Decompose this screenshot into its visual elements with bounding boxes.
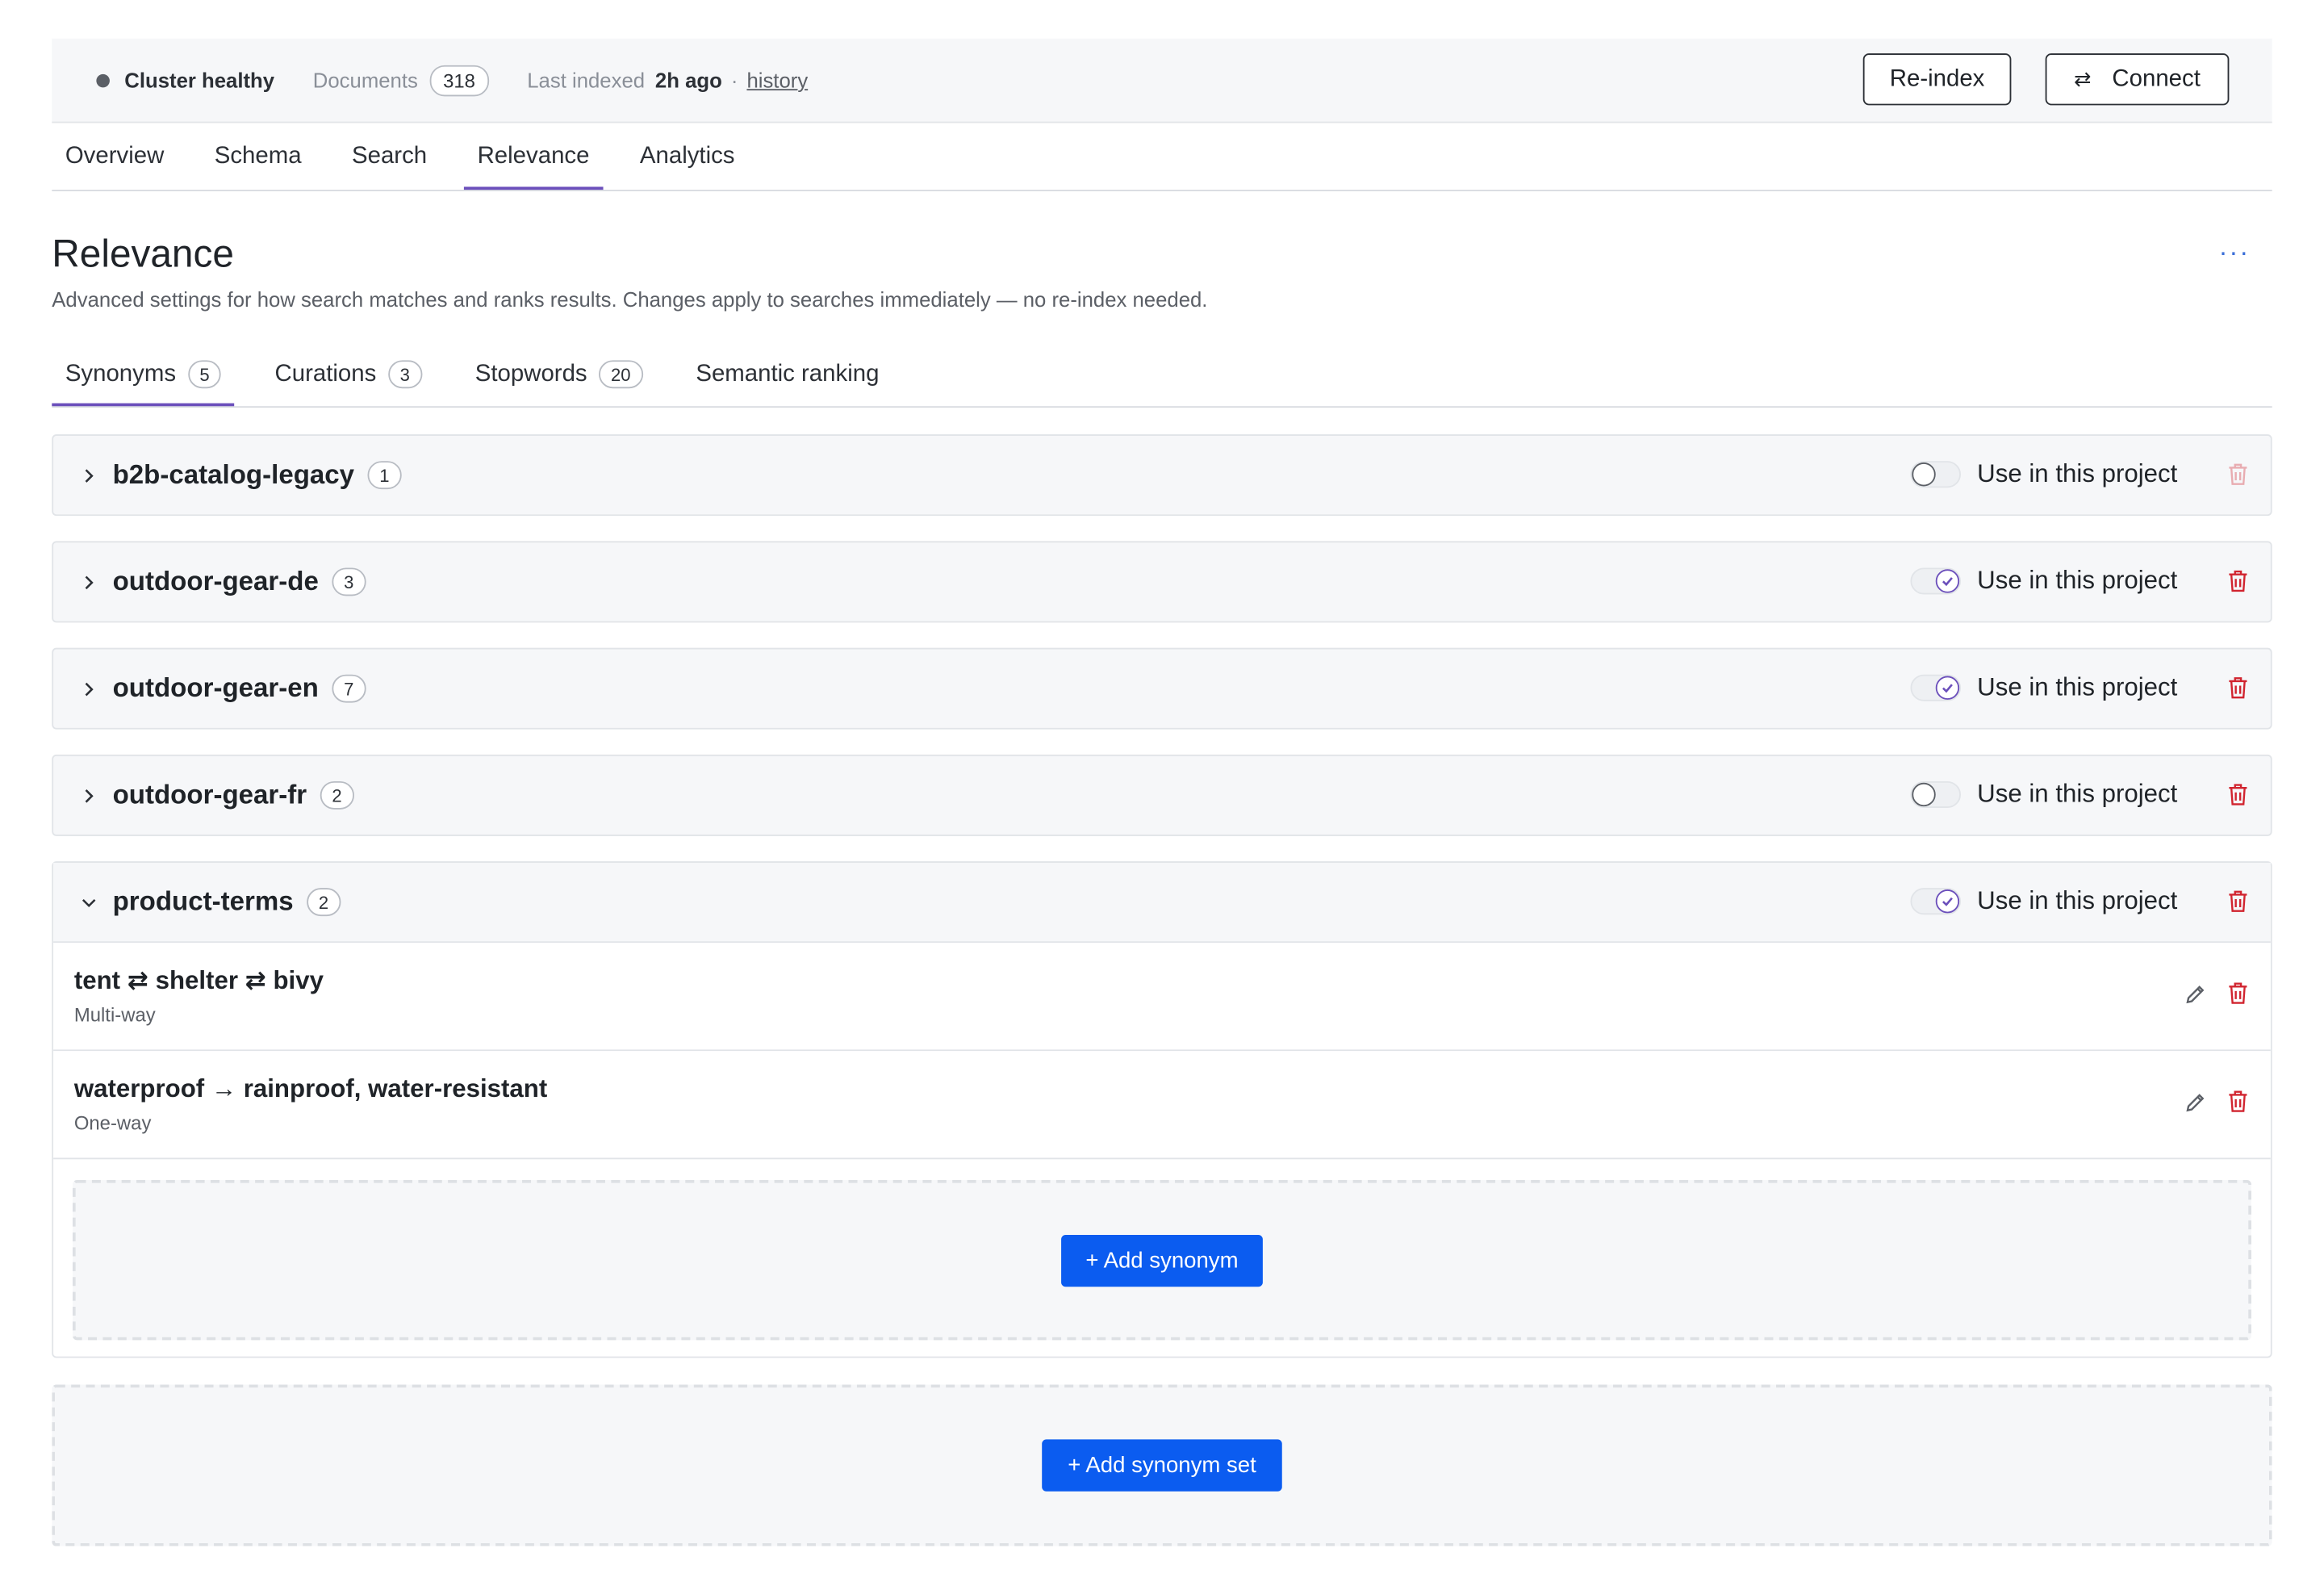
synonym-set-expanded: product-terms 2 Use in this project tent… [52, 861, 2272, 1358]
synonym-set-count: 7 [332, 674, 366, 703]
chevron-right-icon[interactable] [77, 463, 101, 487]
tab-label: Stopwords [474, 361, 587, 387]
synonym-terms: tent ⇄ shelter ⇄ bivy [73, 966, 324, 995]
tab-overview[interactable]: Overview [52, 124, 178, 188]
trash-icon[interactable] [2228, 569, 2251, 594]
page-title: Relevance [52, 231, 234, 276]
tab-count: 3 [387, 360, 422, 389]
history-link[interactable]: history [746, 68, 808, 91]
synonym-set-name: b2b-catalog-legacy [112, 459, 355, 490]
synonym-set-name: outdoor-gear-fr [112, 780, 307, 810]
tab-label: Synonyms [65, 361, 177, 387]
tab-label: Curations [274, 361, 377, 387]
tab-search[interactable]: Search [338, 124, 440, 188]
toggle-label: Use in this project [1977, 780, 2178, 809]
add-synonym-set-button[interactable]: + Add synonym set [1042, 1439, 1281, 1492]
synonym-set-header[interactable]: outdoor-gear-de 3 Use in this project [53, 542, 2271, 621]
synonym-set-header[interactable]: outdoor-gear-en 7 Use in this project [53, 649, 2271, 727]
synonym-type: One-way [73, 1111, 152, 1135]
synonym-set-header[interactable]: b2b-catalog-legacy 1 Use in this project [53, 436, 2271, 514]
toggle-switch[interactable] [1910, 888, 1961, 915]
synonym-set-header[interactable]: outdoor-gear-fr 2 Use in this project [53, 756, 2271, 835]
chevron-right-icon[interactable] [77, 570, 101, 593]
relevance-page: Cluster healthy Documents 318 Last index… [0, 0, 2324, 1586]
swap-arrows-icon: ⇄ [2074, 66, 2092, 91]
add-synonym-set-dropzone: + Add synonym set [52, 1384, 2272, 1546]
toggle-label: Use in this project [1977, 672, 2178, 701]
synonym-row: waterproof → rainproof, water-resistant … [53, 1051, 2271, 1160]
toggle-label: Use in this project [1977, 459, 2178, 488]
toggle-knob [1912, 462, 1936, 487]
tab-stopwords[interactable]: Stopwords 20 [462, 344, 656, 404]
use-in-project-toggle[interactable]: Use in this project [1910, 566, 2178, 596]
trash-icon[interactable] [2228, 462, 2251, 488]
synonym-set: b2b-catalog-legacy 1 Use in this project [52, 434, 2272, 517]
synonym-set-name: product-terms [112, 886, 294, 917]
chevron-right-icon[interactable] [77, 676, 101, 700]
tab-count: 20 [599, 360, 643, 389]
pencil-icon[interactable] [2183, 1091, 2206, 1115]
synonym-set: outdoor-gear-de 3 Use in this project [52, 541, 2272, 623]
connect-label: Connect [2112, 65, 2201, 91]
toggle-knob [1912, 782, 1936, 807]
cluster-status: Cluster healthy [124, 68, 275, 92]
chevron-right-icon[interactable] [77, 784, 101, 807]
trash-icon[interactable] [2228, 889, 2251, 914]
check-icon [1935, 676, 1960, 700]
synonym-row: tent ⇄ shelter ⇄ bivy Multi-way [53, 943, 2271, 1052]
chevron-down-icon[interactable] [77, 890, 101, 914]
tab-analytics[interactable]: Analytics [626, 124, 748, 188]
tab-synonyms[interactable]: Synonyms 5 [52, 344, 236, 407]
toggle-label: Use in this project [1977, 886, 2178, 915]
trash-icon[interactable] [2228, 1090, 2251, 1115]
tab-schema[interactable]: Schema [201, 124, 315, 188]
last-indexed-value: 2h ago [654, 68, 722, 92]
toggle-switch[interactable] [1910, 567, 1961, 595]
relevance-tabs: Synonyms 5 Curations 3 Stopwords 20 Sema… [52, 344, 2272, 408]
status-bar: Cluster healthy Documents 318 Last index… [52, 38, 2272, 123]
synonym-set-name: outdoor-gear-en [112, 672, 319, 703]
trash-icon[interactable] [2228, 981, 2251, 1006]
toggle-label: Use in this project [1977, 566, 2178, 595]
use-in-project-toggle[interactable]: Use in this project [1910, 886, 2178, 916]
tab-curations[interactable]: Curations 3 [261, 344, 435, 404]
separator: · [730, 68, 738, 92]
synonym-set-count: 2 [320, 780, 354, 810]
use-in-project-toggle[interactable]: Use in this project [1910, 672, 2178, 703]
main-tabs: Overview Schema Search Relevance Analyti… [52, 124, 2272, 191]
page-description: Advanced settings for how search matches… [52, 287, 1208, 312]
synonym-set-header[interactable]: product-terms 2 Use in this project [53, 862, 2271, 944]
synonym-set-count: 3 [332, 567, 366, 596]
synonym-set: outdoor-gear-en 7 Use in this project [52, 647, 2272, 730]
tab-label: Semantic ranking [696, 361, 880, 387]
status-dot-icon [96, 73, 110, 87]
tab-count: 5 [187, 360, 222, 389]
add-synonym-button[interactable]: + Add synonym [1060, 1234, 1264, 1287]
trash-icon[interactable] [2228, 676, 2251, 701]
documents-count: 318 [429, 64, 489, 96]
toggle-switch[interactable] [1910, 461, 1961, 488]
synonym-set-count: 1 [367, 461, 402, 490]
add-synonym-dropzone: + Add synonym [72, 1180, 2251, 1341]
synonym-terms: waterproof → rainproof, water-resistant [73, 1074, 548, 1103]
use-in-project-toggle[interactable]: Use in this project [1910, 780, 2178, 810]
reindex-button[interactable]: Re-index [1862, 53, 2012, 106]
toggle-switch[interactable] [1910, 674, 1961, 701]
tab-semantic-ranking[interactable]: Semantic ranking [683, 344, 892, 404]
connect-button[interactable]: ⇄ Connect [2045, 53, 2230, 106]
toggle-switch[interactable] [1910, 780, 1961, 809]
pencil-icon[interactable] [2183, 983, 2206, 1006]
trash-icon[interactable] [2228, 783, 2251, 808]
use-in-project-toggle[interactable]: Use in this project [1910, 459, 2178, 489]
more-options-icon[interactable]: ··· [2219, 237, 2251, 269]
last-indexed-label: Last indexed [527, 68, 646, 92]
check-icon [1935, 889, 1960, 914]
synonym-set-name: outdoor-gear-de [112, 566, 319, 596]
check-icon [1935, 569, 1960, 593]
tab-relevance[interactable]: Relevance [464, 124, 603, 190]
synonym-set-count: 2 [307, 888, 341, 917]
synonym-type: Multi-way [73, 1003, 156, 1026]
synonym-set: outdoor-gear-fr 2 Use in this project [52, 754, 2272, 836]
documents-label: Documents [312, 68, 418, 92]
